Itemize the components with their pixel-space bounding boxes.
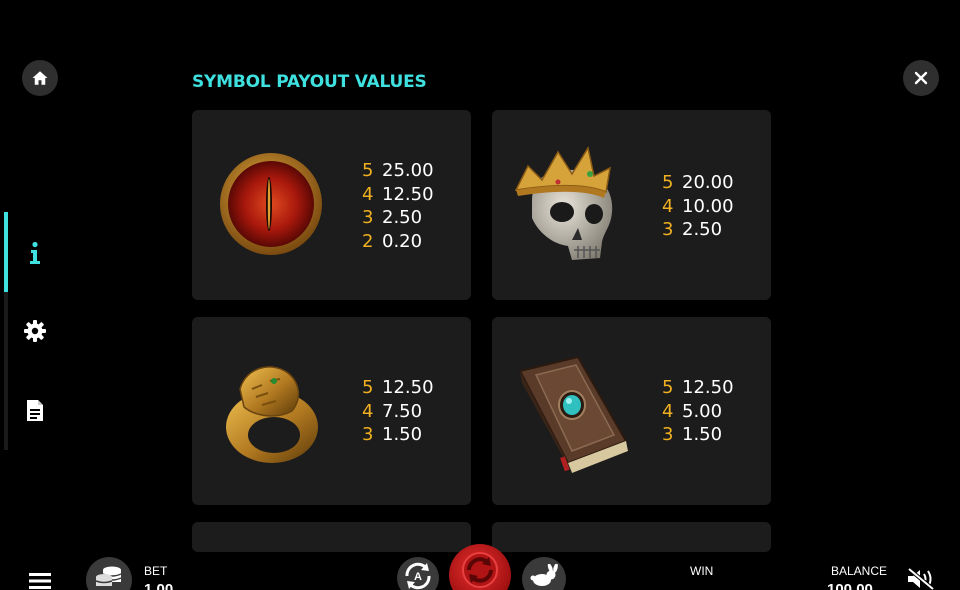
spin-icon [462,552,498,588]
svg-text:A: A [414,571,422,583]
sound-off-icon [907,567,935,590]
autoplay-button[interactable]: A [397,557,439,590]
gear-icon [24,320,46,342]
bet-button[interactable] [86,557,132,590]
payout-list: 5 12.50 4 5.00 3 1.50 [662,377,734,446]
turbo-button[interactable] [522,557,566,590]
page-title: SYMBOL PAYOUT VALUES [192,72,427,92]
win-label: WIN [690,564,714,578]
info-icon [30,241,40,264]
bet-value: 1.00 [144,581,174,590]
coin-stack-icon [95,566,122,586]
bottom-bar: BET 1.00 A WIN BALANCE 100.00 [0,540,960,590]
book-symbol-icon [518,355,628,473]
tab-rules[interactable] [20,395,50,425]
payout-list: 5 12.50 4 7.50 3 1.50 [362,377,434,446]
hamburger-icon [29,573,51,589]
close-button[interactable] [903,60,939,96]
home-button[interactable] [22,60,58,96]
symbol-card-skull: 5 20.00 4 10.00 3 2.50 [492,110,771,300]
close-icon [914,71,928,85]
symbol-card-ring: 5 12.50 4 7.50 3 1.50 [192,317,471,505]
sound-button[interactable] [906,567,936,590]
payout-list: 5 20.00 4 10.00 3 2.50 [662,172,734,241]
tab-info[interactable] [20,238,50,268]
tab-settings[interactable] [20,316,50,346]
home-icon [32,71,48,85]
eye-symbol-icon [220,153,322,255]
ring-symbol-icon [226,366,318,463]
spin-button[interactable] [449,544,511,590]
skull-symbol-icon [514,146,613,260]
symbol-card-book: 5 12.50 4 5.00 3 1.50 [492,317,771,505]
document-icon [27,399,43,421]
bet-label: BET [144,564,168,578]
rabbit-icon [530,564,558,586]
side-nav-active-indicator [4,212,8,292]
balance-value: 100.00 [827,581,873,590]
payout-list: 5 25.00 4 12.50 3 2.50 2 0.20 [362,160,434,253]
balance-label: BALANCE [831,564,888,578]
autoplay-icon: A [405,562,431,590]
menu-button[interactable] [28,572,52,590]
symbol-card-eye: 5 25.00 4 12.50 3 2.50 2 0.20 [192,110,471,300]
